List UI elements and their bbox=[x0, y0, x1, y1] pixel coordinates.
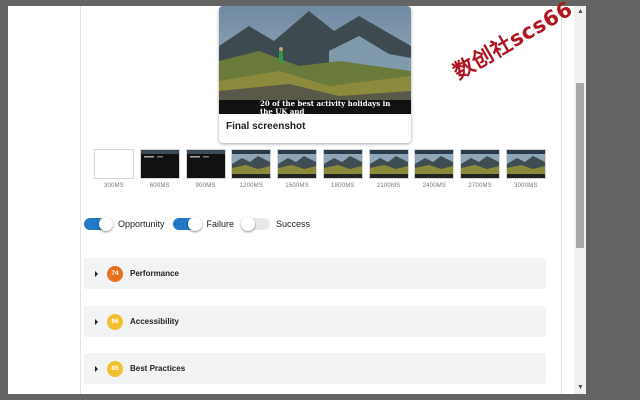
filmstrip-thumbnail bbox=[368, 149, 409, 179]
filmstrip: 300MS 600MS 900MS 1200MS 1500MS 1800MS 2100MS 2… bbox=[94, 149, 546, 197]
opportunity-toggle[interactable] bbox=[84, 217, 113, 231]
filmstrip-thumbnail bbox=[414, 149, 455, 179]
filmstrip-frame: 900MS bbox=[185, 149, 226, 197]
filmstrip-time-label: 300MS bbox=[103, 183, 124, 189]
vertical-scrollbar[interactable]: ▲ ▼ bbox=[574, 6, 586, 394]
filmstrip-time-label: 1800MS bbox=[331, 183, 355, 189]
filmstrip-frame: 1500MS bbox=[277, 149, 318, 197]
scrollbar-thumb[interactable] bbox=[576, 82, 584, 248]
failure-toggle[interactable] bbox=[172, 217, 202, 231]
final-screenshot-card[interactable]: 20 of the best activity holidays in the … bbox=[219, 6, 411, 143]
category-label: Accessibility bbox=[130, 317, 179, 326]
filmstrip-thumbnail bbox=[460, 149, 501, 179]
final-screenshot-title: Final screenshot bbox=[226, 121, 306, 132]
filmstrip-frame: 300MS bbox=[94, 149, 134, 197]
filmstrip-frame: 2400MS bbox=[414, 149, 455, 197]
filmstrip-thumbnail bbox=[231, 149, 272, 179]
success-toggle[interactable] bbox=[241, 217, 271, 231]
category-label: Performance bbox=[130, 269, 179, 278]
filmstrip-thumbnail bbox=[322, 149, 363, 179]
scroll-up-icon[interactable]: ▲ bbox=[577, 8, 584, 16]
category-best-practices[interactable]: 85 Best Practices bbox=[84, 353, 546, 384]
audit-filters: Opportunity Failure Success bbox=[84, 217, 318, 231]
filmstrip-frame: 1200MS bbox=[231, 149, 272, 197]
success-label: Success bbox=[276, 219, 311, 229]
category-label: Best Practices bbox=[130, 364, 186, 373]
chevron-right-icon bbox=[95, 318, 98, 325]
score-badge: 85 bbox=[107, 360, 123, 377]
failure-label: Failure bbox=[206, 219, 235, 229]
category-accessibility[interactable]: 86 Accessibility bbox=[84, 306, 546, 337]
final-screenshot-image bbox=[219, 6, 411, 114]
filmstrip-thumbnail bbox=[139, 149, 180, 179]
final-screenshot-caption: 20 of the best activity holidays in the … bbox=[260, 99, 391, 116]
filmstrip-thumbnail bbox=[185, 149, 226, 179]
filmstrip-time-label: 900MS bbox=[195, 183, 216, 189]
scroll-down-icon[interactable]: ▼ bbox=[577, 384, 584, 392]
score-badge: 86 bbox=[107, 313, 123, 330]
filmstrip-time-label: 1500MS bbox=[285, 183, 309, 189]
filmstrip-time-label: 600MS bbox=[149, 183, 170, 189]
filmstrip-frame: 2700MS bbox=[460, 149, 501, 197]
filmstrip-frame: 600MS bbox=[139, 149, 180, 197]
category-performance[interactable]: 74 Performance bbox=[84, 258, 546, 289]
filmstrip-time-label: 2700MS bbox=[468, 183, 492, 189]
filmstrip-frame: 2100MS bbox=[368, 149, 409, 197]
chevron-right-icon bbox=[95, 365, 98, 372]
filmstrip-thumbnail bbox=[277, 149, 318, 179]
filmstrip-time-label: 2400MS bbox=[422, 183, 447, 189]
score-badge: 74 bbox=[107, 265, 123, 282]
opportunity-label: Opportunity bbox=[118, 219, 165, 229]
filmstrip-time-label: 3000MS bbox=[514, 183, 538, 189]
filmstrip-time-label: 1200MS bbox=[239, 183, 264, 189]
filmstrip-thumbnail bbox=[505, 149, 546, 179]
filmstrip-frame: 1800MS bbox=[322, 149, 363, 197]
filmstrip-thumbnail bbox=[94, 149, 134, 179]
filmstrip-time-label: 2100MS bbox=[376, 183, 401, 189]
filmstrip-frame: 3000MS bbox=[505, 149, 546, 197]
chevron-right-icon bbox=[95, 270, 98, 277]
